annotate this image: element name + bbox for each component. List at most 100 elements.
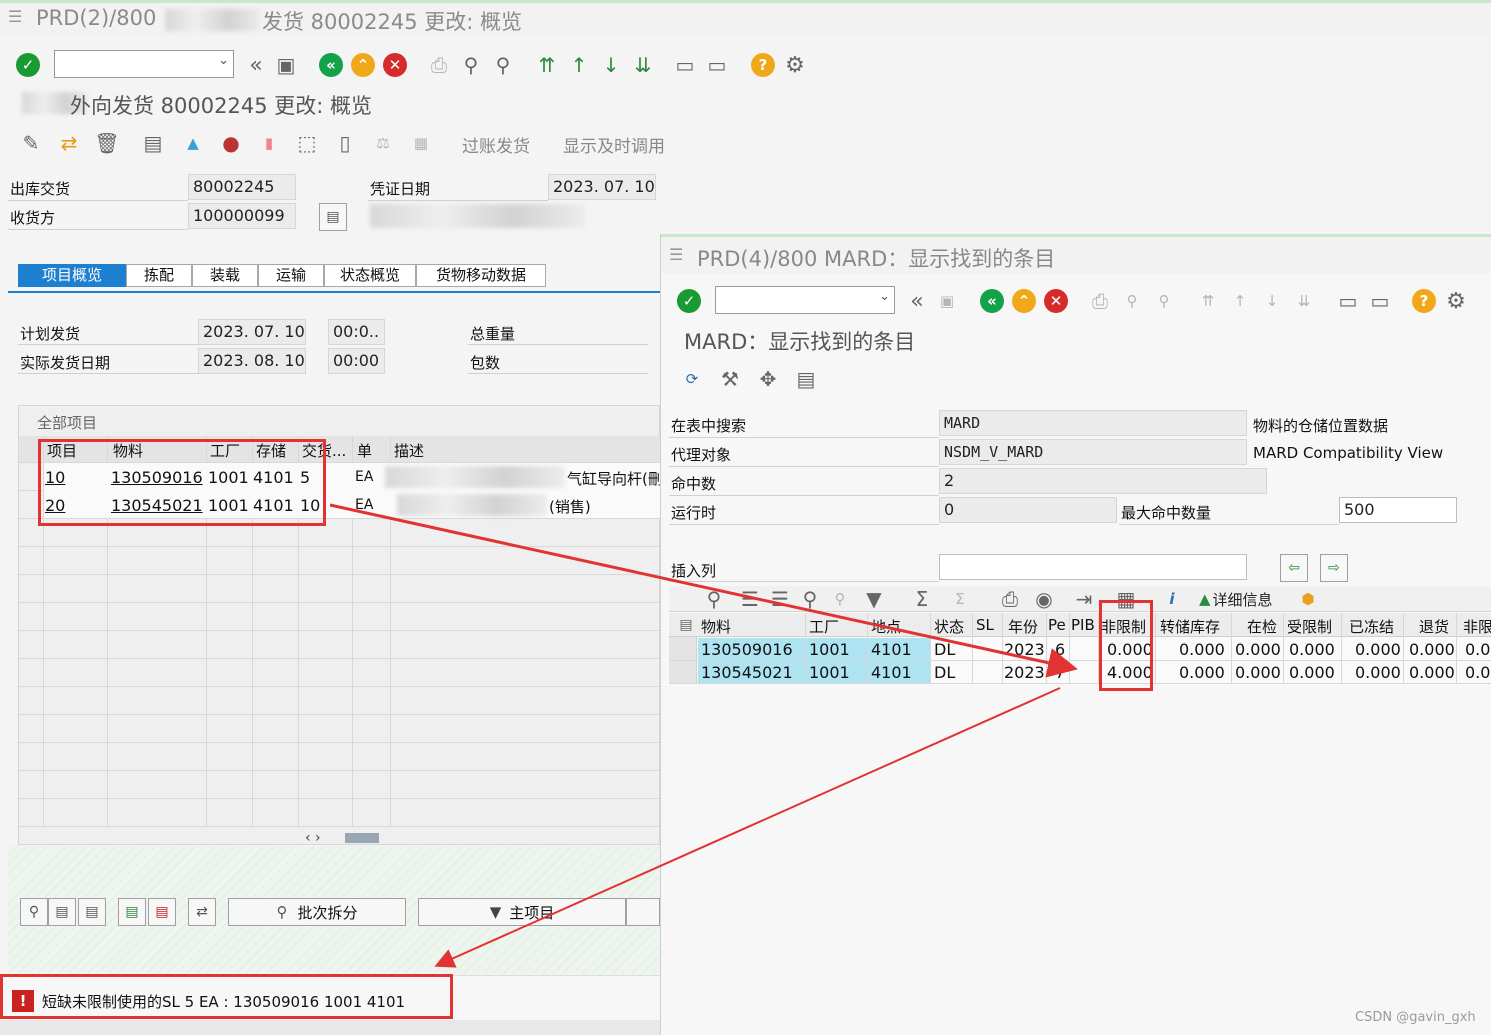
find-icon[interactable]: ⚲ [1119,288,1145,314]
hat-icon[interactable]: ● [218,130,244,156]
more-button[interactable] [626,898,660,926]
ship-to-field[interactable]: 100000099 [188,203,296,229]
document-date-field[interactable]: 2023. 07. 10 [548,174,656,200]
post-goods-issue-button[interactable]: 过账发货 [462,132,530,157]
runtime-field[interactable]: 0 [939,497,1117,523]
tab-goods-movement[interactable]: 货物移动数据 [416,264,546,287]
planned-gi-time-field[interactable]: 00:0.. [328,319,385,345]
deselect-all-icon[interactable]: ▤ [78,898,106,926]
list-icon[interactable]: ▤ [793,366,819,392]
popup-window-menu-icon[interactable]: ☰ [669,245,683,264]
chevron-down-icon[interactable]: ⌄ [879,289,890,304]
shortcut-icon[interactable]: ▭ [704,52,730,78]
sum-icon[interactable]: Σ [909,586,935,612]
insert-column-icon[interactable]: ⇦ [1280,554,1308,582]
col-non-restricted-more[interactable]: 非限 [1463,616,1491,637]
horizontal-scrollbar-thumb[interactable] [345,833,379,843]
print-icon[interactable]: ⎙ [1087,288,1113,314]
details-button[interactable]: ▲ 详细信息 [1199,586,1273,612]
actual-gi-date-field[interactable]: 2023. 08. 10 [198,348,306,374]
col-restricted[interactable]: 受限制 [1287,616,1332,637]
document-icon[interactable]: ▯ [332,130,358,156]
display-timely-call-button[interactable]: 显示及时调用 [563,132,665,157]
col-blocked[interactable]: 已冻结 [1349,616,1394,637]
find-icon[interactable]: ⚲ [458,52,484,78]
shortcut-icon[interactable]: ▭ [1367,288,1393,314]
delete-icon[interactable]: 🗑 [94,130,120,156]
back-icon[interactable]: « [318,52,344,78]
item-details-icon[interactable]: ⚲ [20,898,48,926]
export-icon[interactable]: ⇥ [1071,586,1097,612]
mountain-icon[interactable]: ▲ [180,130,206,156]
actual-gi-time-field[interactable]: 00:00 [328,348,385,374]
remove-column-icon[interactable]: ⇨ [1320,554,1348,582]
col-unit[interactable]: 单 [357,440,372,461]
planned-gi-date-field[interactable]: 2023. 07. 10 [198,319,306,345]
back-double-icon[interactable]: « [904,288,930,314]
col-material[interactable]: 物料 [701,616,731,637]
tab-picking[interactable]: 拣配 [126,264,192,287]
back-double-icon[interactable]: « [243,52,269,78]
views-icon[interactable]: ◉ [1031,586,1057,612]
puzzle-icon[interactable]: ✥ [755,366,781,392]
command-field[interactable]: ⌄ [54,50,234,78]
transfer-icon[interactable]: ⇄ [188,898,216,926]
exit-icon[interactable]: ⌃ [1011,288,1037,314]
search-table-field[interactable]: MARD [939,410,1247,436]
sort-descending-icon[interactable]: ☰ [767,586,793,612]
col-transfer-stock[interactable]: 转储库存 [1160,616,1220,637]
filter-icon[interactable]: ▼ [861,586,887,612]
insert-row-icon[interactable]: ▤ [118,898,146,926]
cube-icon[interactable]: ⬢ [1295,586,1321,612]
previous-page-icon[interactable]: ↑ [1227,288,1253,314]
tab-loading[interactable]: 装载 [192,264,258,287]
col-returns[interactable]: 退货 [1419,616,1449,637]
hits-field[interactable]: 2 [939,468,1267,494]
first-page-icon[interactable]: ⇈ [1195,288,1221,314]
tab-item-overview[interactable]: 项目概览 [18,264,126,287]
refresh-icon[interactable]: ⟳ [679,366,705,392]
sort-ascending-icon[interactable]: ☰ [737,586,763,612]
chevron-down-icon[interactable]: ⌄ [218,53,229,68]
save-icon[interactable]: ▣ [934,288,960,314]
tab-status-overview[interactable]: 状态概览 [324,264,416,287]
select-all-icon[interactable]: ▤ [48,898,76,926]
create-session-icon[interactable]: ▭ [1335,288,1361,314]
find-icon[interactable]: ⚲ [797,586,823,612]
col-description[interactable]: 描述 [394,440,424,461]
other-delivery-icon[interactable]: ⇄ [56,130,82,156]
enter-icon[interactable]: ✓ [15,52,41,78]
grid-icon[interactable]: ▦ [408,130,434,156]
delete-row-icon[interactable]: ▤ [148,898,176,926]
next-page-icon[interactable]: ↓ [598,52,624,78]
col-location[interactable]: 地点 [871,616,901,637]
window-menu-icon[interactable]: ☰ [8,7,22,26]
alv-details-icon[interactable]: ⚲ [701,586,727,612]
max-hits-field[interactable]: 500 [1339,497,1457,523]
previous-page-icon[interactable]: ↑ [566,52,592,78]
delivery-number-field[interactable]: 80002245 [188,174,296,200]
display-change-icon[interactable]: ✎ [18,130,44,156]
col-status[interactable]: 状态 [934,616,964,637]
info-icon[interactable]: i [1159,586,1185,612]
enter-icon[interactable]: ✓ [676,288,702,314]
help-icon[interactable]: ? [750,52,776,78]
proxy-object-field[interactable]: NSDM_V_MARD [939,439,1247,465]
cancel-icon[interactable]: ✕ [1043,288,1069,314]
col-year[interactable]: 年份 [1008,616,1038,637]
package-icon[interactable]: ⬚ [294,130,320,156]
settings-gear-icon[interactable]: ⚙ [1443,288,1469,314]
header-details-icon[interactable]: ▤ [140,130,166,156]
select-all-rows-icon[interactable]: ▤ [673,612,699,638]
ship-to-address-icon[interactable]: ▤ [319,203,347,231]
create-session-icon[interactable]: ▭ [672,52,698,78]
help-icon[interactable]: ? [1411,288,1437,314]
print-preview-icon[interactable]: ⎙ [997,586,1023,612]
main-item-button[interactable]: ▼ 主项目 [418,898,626,926]
subtotal-icon[interactable]: Σ [947,586,973,612]
tab-transport[interactable]: 运输 [258,264,324,287]
scale-icon[interactable]: ⚖ [370,130,396,156]
find-next-icon[interactable]: ⚲ [827,586,853,612]
print-icon[interactable]: ⎙ [426,52,452,78]
find-next-icon[interactable]: ⚲ [490,52,516,78]
